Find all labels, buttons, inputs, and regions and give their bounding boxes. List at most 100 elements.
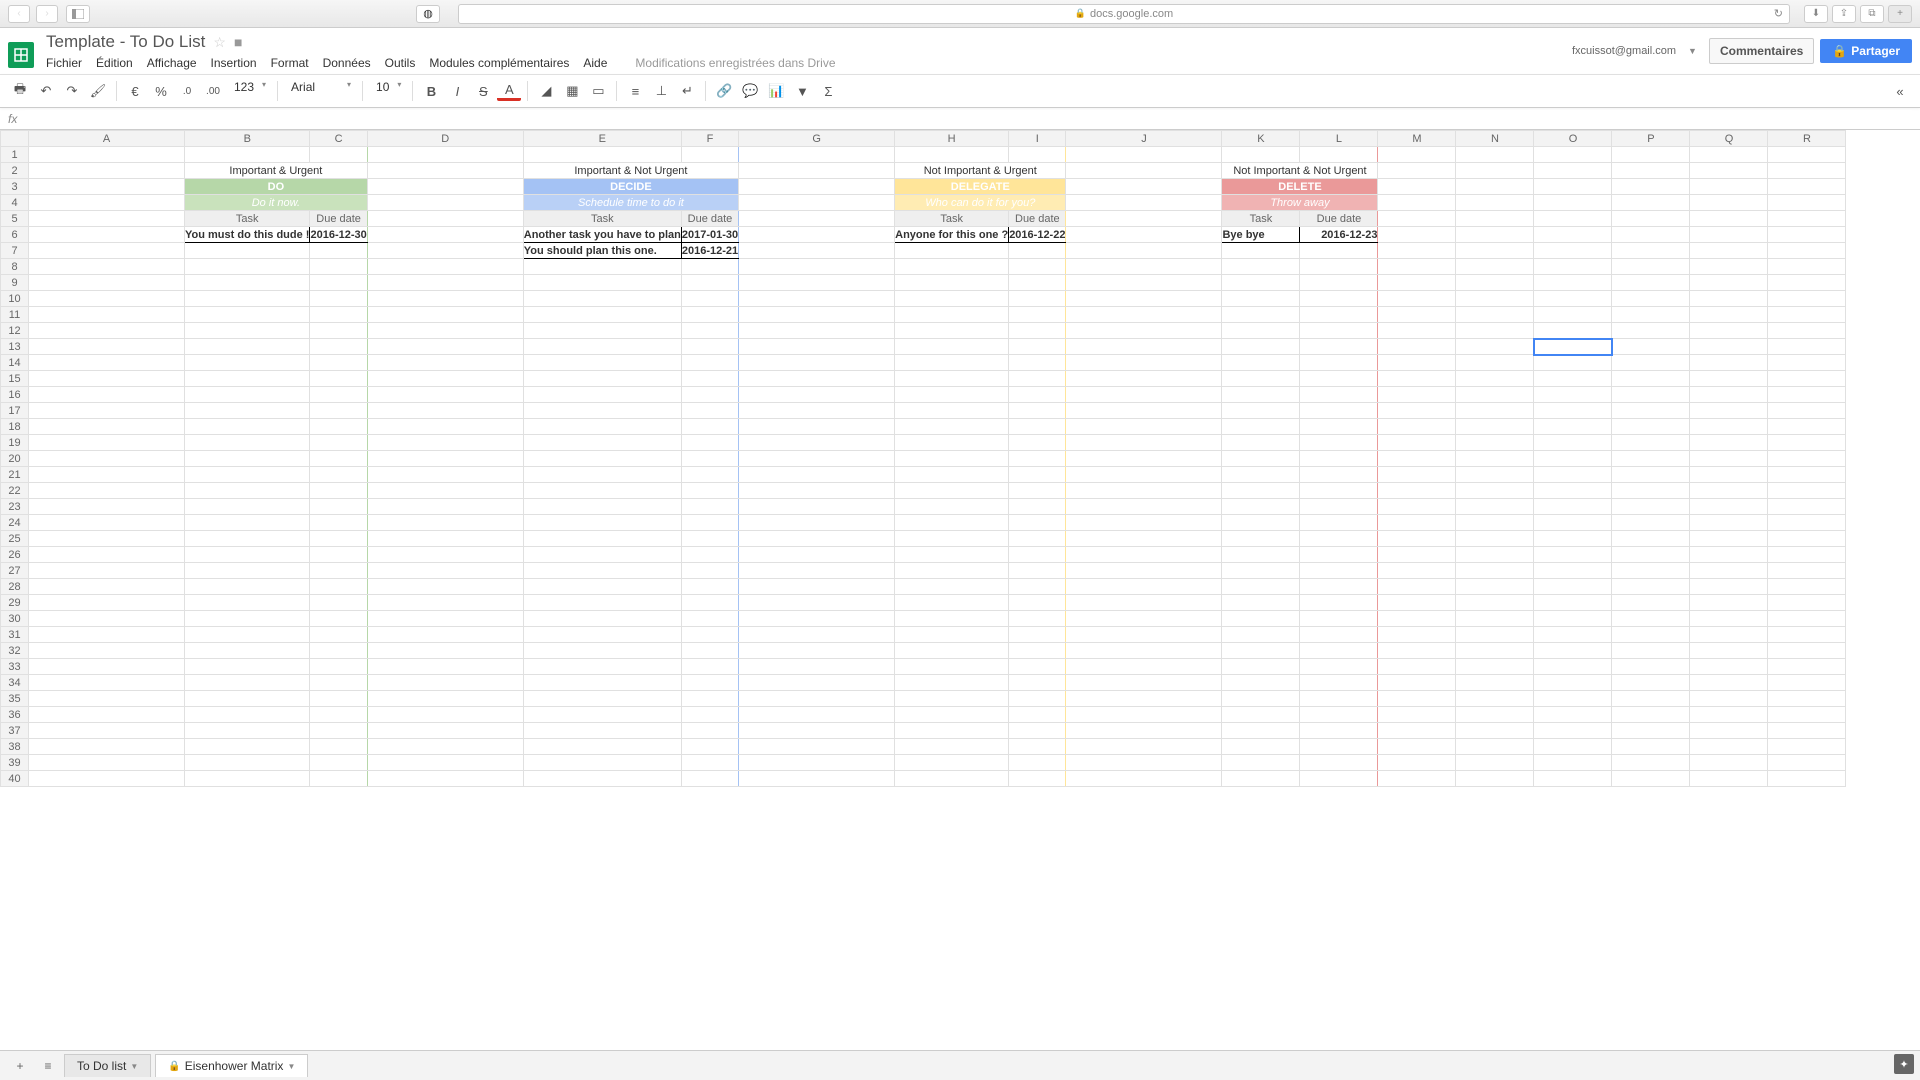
cell-A1[interactable] xyxy=(29,147,185,163)
tab-todolist[interactable]: To Do list ▼ xyxy=(64,1054,151,1077)
row-3[interactable]: 3 xyxy=(1,179,29,195)
cell-M26[interactable] xyxy=(1378,547,1456,563)
cell-A27[interactable] xyxy=(29,563,185,579)
cell-H35[interactable] xyxy=(895,691,1009,707)
cell-N30[interactable] xyxy=(1456,611,1534,627)
cell-P18[interactable] xyxy=(1612,419,1690,435)
cell-N8[interactable] xyxy=(1456,259,1534,275)
cell-R2[interactable] xyxy=(1768,163,1846,179)
cell-R38[interactable] xyxy=(1768,739,1846,755)
cell-M21[interactable] xyxy=(1378,467,1456,483)
cell-K5[interactable]: Task xyxy=(1222,211,1300,227)
cell-O16[interactable] xyxy=(1534,387,1612,403)
cell-D13[interactable] xyxy=(367,339,523,355)
cell-G6[interactable] xyxy=(739,227,895,243)
cell-E7[interactable]: You should plan this one. xyxy=(523,243,681,259)
collapse-button[interactable]: « xyxy=(1888,79,1912,103)
cell-J3[interactable] xyxy=(1066,179,1222,195)
cell-G39[interactable] xyxy=(739,755,895,771)
cell-I27[interactable] xyxy=(1009,563,1066,579)
cell-Q13[interactable] xyxy=(1690,339,1768,355)
cell-K14[interactable] xyxy=(1222,355,1300,371)
cell-L19[interactable] xyxy=(1300,435,1378,451)
cell-P23[interactable] xyxy=(1612,499,1690,515)
cell-A38[interactable] xyxy=(29,739,185,755)
cell-Q24[interactable] xyxy=(1690,515,1768,531)
cell-C27[interactable] xyxy=(310,563,367,579)
cell-H28[interactable] xyxy=(895,579,1009,595)
col-G[interactable]: G xyxy=(739,131,895,147)
cell-D17[interactable] xyxy=(367,403,523,419)
cell-D33[interactable] xyxy=(367,659,523,675)
cell-P19[interactable] xyxy=(1612,435,1690,451)
cell-E3[interactable]: DECIDE xyxy=(523,179,738,195)
halign-button[interactable]: ≡ xyxy=(623,79,647,103)
cell-J22[interactable] xyxy=(1066,483,1222,499)
cell-G31[interactable] xyxy=(739,627,895,643)
cell-A5[interactable] xyxy=(29,211,185,227)
row-2[interactable]: 2 xyxy=(1,163,29,179)
cell-P33[interactable] xyxy=(1612,659,1690,675)
col-A[interactable]: A xyxy=(29,131,185,147)
cell-L27[interactable] xyxy=(1300,563,1378,579)
cell-A37[interactable] xyxy=(29,723,185,739)
cell-E23[interactable] xyxy=(523,499,681,515)
menu-help[interactable]: Aide xyxy=(583,56,607,70)
cell-N10[interactable] xyxy=(1456,291,1534,307)
row-21[interactable]: 21 xyxy=(1,467,29,483)
cell-A24[interactable] xyxy=(29,515,185,531)
cell-R7[interactable] xyxy=(1768,243,1846,259)
cell-D1[interactable] xyxy=(367,147,523,163)
cell-K35[interactable] xyxy=(1222,691,1300,707)
row-29[interactable]: 29 xyxy=(1,595,29,611)
cell-H39[interactable] xyxy=(895,755,1009,771)
cell-O22[interactable] xyxy=(1534,483,1612,499)
cell-K20[interactable] xyxy=(1222,451,1300,467)
cell-M24[interactable] xyxy=(1378,515,1456,531)
cell-R10[interactable] xyxy=(1768,291,1846,307)
cell-N27[interactable] xyxy=(1456,563,1534,579)
cell-K33[interactable] xyxy=(1222,659,1300,675)
valign-button[interactable]: ⊥ xyxy=(649,79,673,103)
cell-E14[interactable] xyxy=(523,355,681,371)
cell-A25[interactable] xyxy=(29,531,185,547)
cell-K26[interactable] xyxy=(1222,547,1300,563)
row-33[interactable]: 33 xyxy=(1,659,29,675)
cell-I11[interactable] xyxy=(1009,307,1066,323)
cell-Q19[interactable] xyxy=(1690,435,1768,451)
cell-A6[interactable] xyxy=(29,227,185,243)
cell-E33[interactable] xyxy=(523,659,681,675)
cell-J16[interactable] xyxy=(1066,387,1222,403)
cell-F23[interactable] xyxy=(681,499,738,515)
cell-H30[interactable] xyxy=(895,611,1009,627)
cell-Q5[interactable] xyxy=(1690,211,1768,227)
cell-N13[interactable] xyxy=(1456,339,1534,355)
row-38[interactable]: 38 xyxy=(1,739,29,755)
row-14[interactable]: 14 xyxy=(1,355,29,371)
cell-K22[interactable] xyxy=(1222,483,1300,499)
cell-M11[interactable] xyxy=(1378,307,1456,323)
cell-R3[interactable] xyxy=(1768,179,1846,195)
cell-R34[interactable] xyxy=(1768,675,1846,691)
cell-D40[interactable] xyxy=(367,771,523,787)
italic-button[interactable]: I xyxy=(445,79,469,103)
cell-J10[interactable] xyxy=(1066,291,1222,307)
cell-G18[interactable] xyxy=(739,419,895,435)
cell-K6[interactable]: Bye bye xyxy=(1222,227,1300,243)
cell-N38[interactable] xyxy=(1456,739,1534,755)
cell-K1[interactable] xyxy=(1222,147,1300,163)
cell-J34[interactable] xyxy=(1066,675,1222,691)
cell-I38[interactable] xyxy=(1009,739,1066,755)
cell-J17[interactable] xyxy=(1066,403,1222,419)
cell-Q40[interactable] xyxy=(1690,771,1768,787)
cell-G24[interactable] xyxy=(739,515,895,531)
col-E[interactable]: E xyxy=(523,131,681,147)
cell-Q7[interactable] xyxy=(1690,243,1768,259)
cell-D22[interactable] xyxy=(367,483,523,499)
cell-O39[interactable] xyxy=(1534,755,1612,771)
cell-J15[interactable] xyxy=(1066,371,1222,387)
cell-L24[interactable] xyxy=(1300,515,1378,531)
cell-F18[interactable] xyxy=(681,419,738,435)
cell-L40[interactable] xyxy=(1300,771,1378,787)
cell-M30[interactable] xyxy=(1378,611,1456,627)
